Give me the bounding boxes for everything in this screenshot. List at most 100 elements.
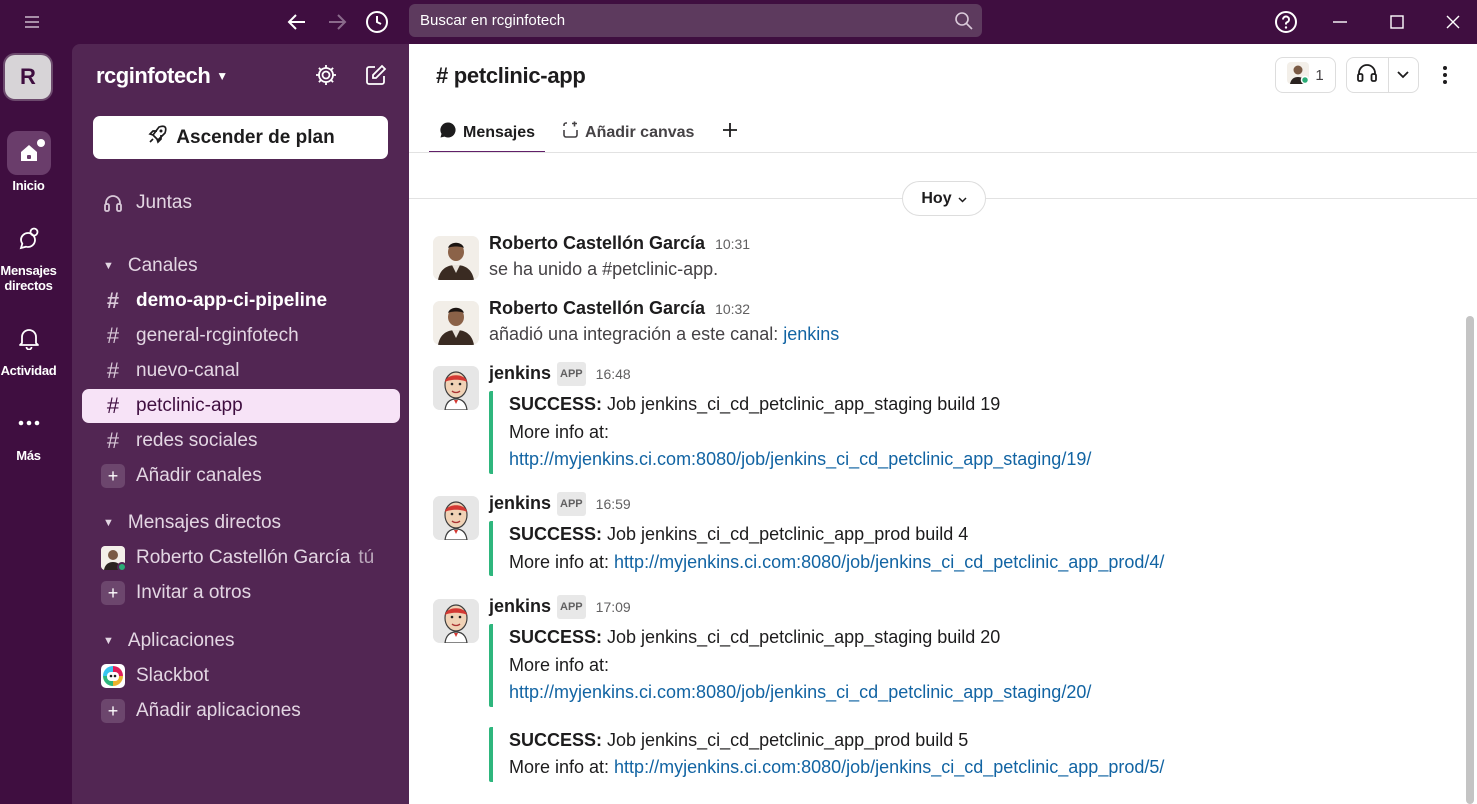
sidebar-channel-general-rcginfotech[interactable]: # general-rcginfotech xyxy=(82,319,400,353)
tab-label: Mensajes xyxy=(463,123,536,141)
chevron-down-icon xyxy=(958,190,967,208)
timestamp[interactable]: 10:31 xyxy=(715,233,750,255)
sidebar-channel-redes-sociales[interactable]: # redes sociales xyxy=(82,424,400,458)
maximize-icon[interactable] xyxy=(1381,6,1413,38)
close-window-icon[interactable] xyxy=(1437,6,1469,38)
tab-messages[interactable]: Mensajes xyxy=(429,112,546,153)
attachment-title: SUCCESS: Job jenkins_ci_cd_petclinic_app… xyxy=(509,521,1449,549)
build-url-link[interactable]: http://myjenkins.ci.com:8080/job/jenkins… xyxy=(509,449,1091,469)
channel-name: nuevo-canal xyxy=(136,360,240,381)
bell-icon xyxy=(7,316,51,360)
hash-icon: # xyxy=(106,428,120,453)
workspace-avatar[interactable]: R xyxy=(5,55,51,99)
workspace-rail: R Inicio Mensajes directos Actividad Más xyxy=(0,44,72,804)
member-count: 1 xyxy=(1315,66,1324,84)
integration-link[interactable]: jenkins xyxy=(783,324,839,344)
status-label: SUCCESS: xyxy=(509,394,603,414)
build-attachment: SUCCESS: Job jenkins_ci_cd_petclinic_app… xyxy=(489,726,1449,782)
sidebar-channel-demo-app-ci-pipeline[interactable]: # demo-app-ci-pipeline xyxy=(82,284,400,318)
day-label: Hoy xyxy=(921,189,952,207)
message-text: añadió una integración a este canal: jen… xyxy=(489,320,1449,348)
chevron-down-icon: ▼ xyxy=(216,69,228,83)
jenkins-avatar-icon[interactable] xyxy=(433,496,479,540)
kebab-menu-icon[interactable] xyxy=(1435,64,1455,86)
plus-icon xyxy=(722,122,738,143)
rail-item-dms[interactable]: Mensajes directos xyxy=(0,216,57,293)
add-channels-button[interactable]: + Añadir canales xyxy=(82,459,400,493)
sidebar-item-huddles[interactable]: Juntas xyxy=(82,186,400,220)
add-tab-button[interactable] xyxy=(712,112,748,153)
channel-title[interactable]: # petclinic-app xyxy=(436,63,586,89)
app-badge: APP xyxy=(557,595,586,619)
compose-icon[interactable] xyxy=(363,62,389,88)
search-icon xyxy=(954,10,974,43)
hamburger-menu-icon[interactable] xyxy=(16,6,48,38)
slackbot-icon xyxy=(101,664,125,688)
history-clock-icon[interactable] xyxy=(361,6,393,38)
rail-label-more: Más xyxy=(16,448,41,463)
author-name[interactable]: jenkins xyxy=(489,595,551,617)
timestamp[interactable]: 17:09 xyxy=(596,596,631,618)
dm-section-header[interactable]: ▼ Mensajes directos xyxy=(82,508,281,538)
timestamp[interactable]: 16:48 xyxy=(596,363,631,385)
author-name[interactable]: Roberto Castellón García xyxy=(489,297,705,319)
invite-label: Invitar a otros xyxy=(136,582,252,603)
huddle-button[interactable] xyxy=(1346,57,1419,93)
settings-gear-icon[interactable] xyxy=(313,62,339,88)
user-avatar[interactable] xyxy=(433,236,479,280)
author-name[interactable]: jenkins xyxy=(489,492,551,514)
job-text: Job jenkins_ci_cd_petclinic_app_staging … xyxy=(602,627,1001,647)
status-label: SUCCESS: xyxy=(509,729,603,750)
jenkins-avatar-icon[interactable] xyxy=(433,599,479,643)
upgrade-plan-button[interactable]: Ascender de plan xyxy=(93,116,388,159)
channel-name: general-rcginfotech xyxy=(136,325,299,346)
headphones-icon xyxy=(101,193,125,213)
job-text: Job jenkins_ci_cd_petclinic_app_prod bui… xyxy=(602,729,969,750)
attachment-title: SUCCESS: Job jenkins_ci_cd_petclinic_app… xyxy=(509,391,1449,419)
day-divider-button[interactable]: Hoy xyxy=(902,181,986,216)
author-name[interactable]: Roberto Castellón García xyxy=(489,232,705,254)
message-scrollbar[interactable] xyxy=(1466,316,1474,804)
timestamp[interactable]: 10:32 xyxy=(715,298,750,320)
direct-messages-icon xyxy=(7,216,51,260)
rail-label-activity: Actividad xyxy=(0,363,57,378)
help-icon[interactable] xyxy=(1270,6,1302,38)
add-apps-button[interactable]: + Añadir aplicaciones xyxy=(82,694,400,728)
minimize-icon[interactable] xyxy=(1324,6,1356,38)
channel-tabs: Mensajes Añadir canvas xyxy=(429,112,748,153)
tab-add-canvas[interactable]: Añadir canvas xyxy=(551,112,704,153)
hash-icon: # xyxy=(106,358,120,383)
build-url-link[interactable]: http://myjenkins.ci.com:8080/job/jenkins… xyxy=(614,757,1164,777)
channels-section-header[interactable]: ▼ Canales xyxy=(82,251,198,281)
section-label: Mensajes directos xyxy=(127,512,282,533)
message-text: se ha unido a #petclinic-app. xyxy=(489,259,719,279)
channel-view: # petclinic-app 1 Mensajes Añadir canvas… xyxy=(409,44,1477,804)
rail-item-more[interactable]: Más xyxy=(0,401,57,463)
apps-section-header[interactable]: ▼ Aplicaciones xyxy=(82,626,235,656)
forward-arrow-icon[interactable] xyxy=(321,6,353,38)
rail-item-activity[interactable]: Actividad xyxy=(0,316,57,378)
jenkins-avatar-icon[interactable] xyxy=(433,366,479,410)
chevron-down-icon[interactable] xyxy=(1397,66,1409,84)
title-bar: Buscar en rcginfotech xyxy=(0,0,1477,44)
user-avatar[interactable] xyxy=(433,301,479,345)
workspace-name-menu[interactable]: rcginfotech ▼ xyxy=(96,63,228,89)
invite-others-button[interactable]: + Invitar a otros xyxy=(82,576,400,610)
sidebar-channel-nuevo-canal[interactable]: # nuevo-canal xyxy=(82,354,400,388)
tab-label: Añadir canvas xyxy=(585,123,695,141)
search-input[interactable]: Buscar en rcginfotech xyxy=(409,4,982,37)
app-badge: APP xyxy=(557,362,586,386)
members-button[interactable]: 1 xyxy=(1275,57,1336,93)
sidebar-channel-petclinic-app[interactable]: # petclinic-app xyxy=(82,389,400,423)
sidebar-dm-roberto[interactable]: Roberto Castellón García tú xyxy=(82,541,400,575)
build-url-link[interactable]: http://myjenkins.ci.com:8080/job/jenkins… xyxy=(614,552,1164,572)
build-url-link[interactable]: http://myjenkins.ci.com:8080/job/jenkins… xyxy=(509,682,1091,702)
author-name[interactable]: jenkins xyxy=(489,362,551,384)
build-attachment: SUCCESS: Job jenkins_ci_cd_petclinic_app… xyxy=(489,521,1449,576)
sidebar-app-slackbot[interactable]: Slackbot xyxy=(82,659,400,693)
timestamp[interactable]: 16:59 xyxy=(596,493,631,515)
back-arrow-icon[interactable] xyxy=(281,6,313,38)
build-attachment: SUCCESS: Job jenkins_ci_cd_petclinic_app… xyxy=(489,391,1449,474)
channel-name: petclinic-app xyxy=(136,395,243,416)
rail-item-home[interactable]: Inicio xyxy=(0,131,57,193)
